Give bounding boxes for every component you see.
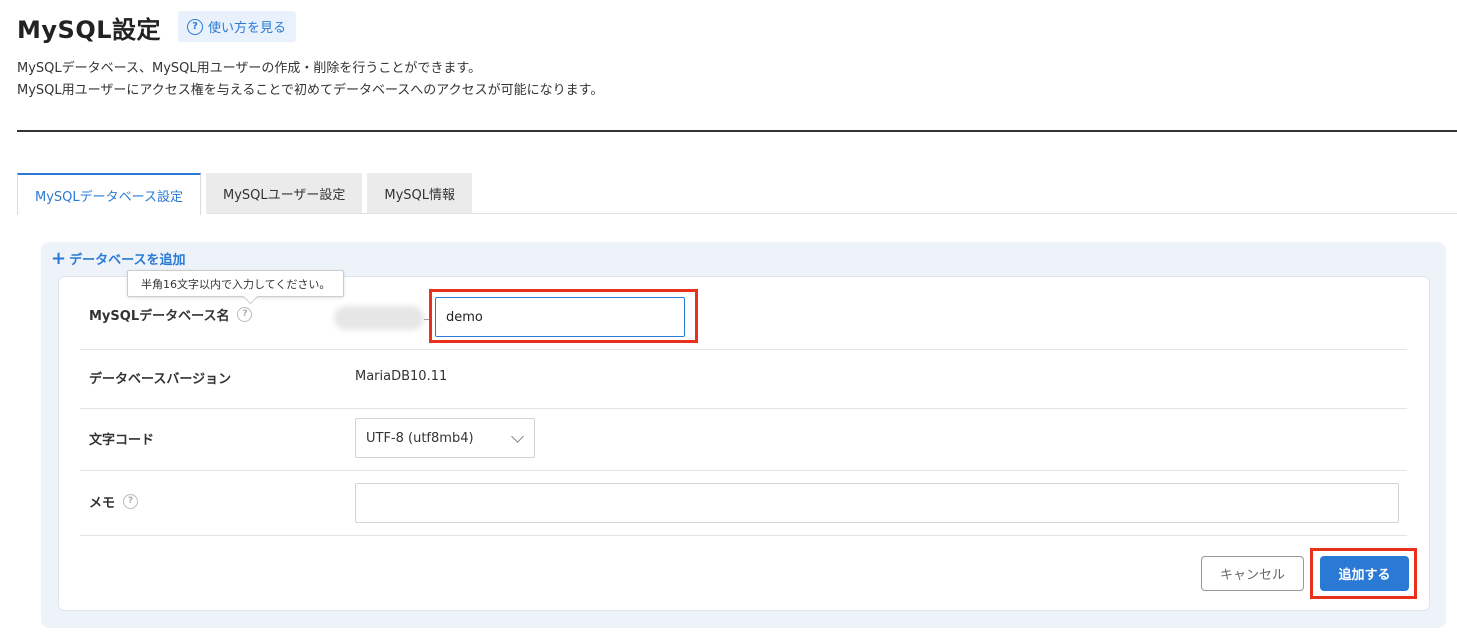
db-name-help-icon[interactable]: ? xyxy=(237,307,253,322)
cancel-button[interactable]: キャンセル xyxy=(1201,556,1304,591)
add-database-toggle[interactable]: + データベースを追加 xyxy=(51,249,185,268)
plus-icon: + xyxy=(51,247,67,269)
db-name-input[interactable] xyxy=(435,297,685,337)
tab-mysql-info[interactable]: MySQL情報 xyxy=(367,173,473,214)
help-link-label: 使い方を見る xyxy=(208,21,287,36)
charset-select[interactable]: UTF-8 (utf8mb4) xyxy=(355,418,535,458)
memo-label: メモ xyxy=(89,496,116,511)
row-divider xyxy=(80,349,1407,350)
add-database-label: データベースを追加 xyxy=(69,253,186,268)
tab-mysql-database-settings[interactable]: MySQLデータベース設定 xyxy=(17,173,201,215)
description-line-1: MySQLデータベース、MySQL用ユーザーの作成・削除を行うことができます。 xyxy=(17,61,482,76)
version-value: MariaDB10.11 xyxy=(355,369,448,384)
question-circle-icon: ? xyxy=(187,18,203,35)
charset-label: 文字コード xyxy=(89,433,155,448)
page-title: MySQL設定 xyxy=(17,16,162,44)
add-button[interactable]: 追加する xyxy=(1320,556,1409,591)
tab-bar: MySQLデータベース設定 MySQLユーザー設定 MySQL情報 xyxy=(17,173,477,215)
tab-baseline xyxy=(210,213,1457,214)
version-label: データベースバージョン xyxy=(89,372,232,387)
page-description: MySQLデータベース、MySQL用ユーザーの作成・削除を行うことができます。 … xyxy=(17,58,603,102)
header-divider xyxy=(17,130,1457,132)
db-name-tooltip: 半角16文字以内で入力してください。 xyxy=(127,270,345,297)
tab-mysql-user-settings[interactable]: MySQLユーザー設定 xyxy=(206,173,363,214)
db-name-label-row: MySQLデータベース名 ? xyxy=(89,305,253,324)
help-link[interactable]: ? 使い方を見る xyxy=(178,11,297,42)
memo-input[interactable] xyxy=(355,483,1399,523)
row-divider xyxy=(80,408,1407,409)
memo-help-icon[interactable]: ? xyxy=(123,494,139,509)
charset-selected-value: UTF-8 (utf8mb4) xyxy=(366,430,474,446)
db-name-label: MySQLデータベース名 xyxy=(89,309,230,324)
chevron-down-icon xyxy=(511,430,524,443)
row-divider xyxy=(80,470,1407,471)
row-divider xyxy=(80,535,1407,536)
db-name-prefix-redacted xyxy=(334,306,424,330)
description-line-2: MySQL用ユーザーにアクセス権を与えることで初めてデータベースへのアクセスが可… xyxy=(17,83,604,98)
memo-label-row: メモ ? xyxy=(89,492,139,511)
